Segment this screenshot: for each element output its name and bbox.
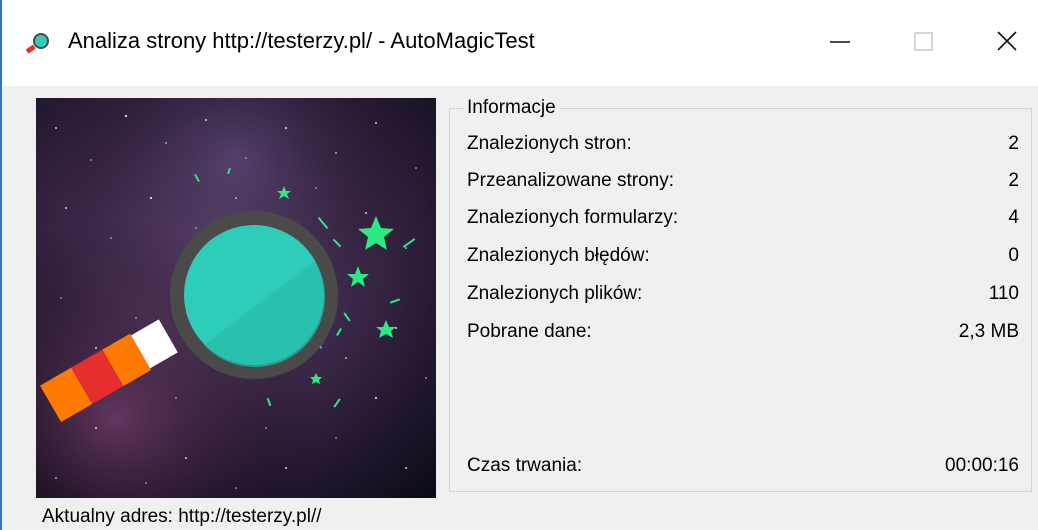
duration-value: 00:00:16	[945, 455, 1019, 476]
info-row-downloaded-data: Pobrane dane: 2,3 MB	[467, 318, 1019, 346]
window-title: Analiza strony http://testerzy.pl/ - Aut…	[68, 28, 535, 53]
info-row-label: Znalezionych formularzy:	[467, 207, 679, 228]
info-row-found-errors: Znalezionych błędów: 0	[467, 242, 1019, 270]
close-icon	[997, 31, 1017, 51]
minimize-icon	[830, 41, 850, 43]
info-group-title: Informacje	[464, 97, 559, 119]
info-row-label: Znalezionych stron:	[467, 133, 632, 154]
info-row-value: 0	[1008, 245, 1019, 266]
maximize-icon	[914, 32, 933, 51]
title-bar[interactable]: Analiza strony http://testerzy.pl/ - Aut…	[2, 0, 1038, 86]
info-row-value: 2	[1008, 133, 1019, 154]
info-row-label: Pobrane dane:	[467, 321, 592, 342]
magnifying-glass-illustration	[36, 98, 436, 498]
info-row-label: Przeanalizowane strony:	[467, 170, 674, 191]
minimize-button[interactable]	[810, 20, 870, 64]
info-row-value: 2,3 MB	[958, 321, 1019, 342]
info-row-label: Znalezionych błędów:	[467, 245, 650, 266]
analysis-window: Analiza strony http://testerzy.pl/ - Aut…	[0, 0, 1038, 530]
info-row-value: 110	[988, 283, 1019, 304]
info-row-value: 2	[1008, 170, 1019, 191]
info-row-found-files: Znalezionych plików: 110	[467, 280, 1019, 308]
maximize-button[interactable]	[894, 20, 954, 64]
info-row-duration: Czas trwania: 00:00:16	[467, 452, 1019, 480]
info-row-found-pages: Znalezionych stron: 2	[467, 130, 1019, 158]
info-row-found-forms: Znalezionych formularzy: 4	[467, 204, 1019, 232]
info-row-value: 4	[1008, 207, 1019, 228]
current-address-status: Aktualny adres: http://testerzy.pl//	[42, 506, 322, 527]
duration-label: Czas trwania:	[467, 455, 583, 476]
info-row-analyzed-pages: Przeanalizowane strony: 2	[467, 167, 1019, 195]
magnifier-icon	[24, 30, 52, 58]
analysis-illustration	[36, 98, 436, 498]
info-row-label: Znalezionych plików:	[467, 283, 643, 304]
close-button[interactable]	[978, 20, 1038, 64]
